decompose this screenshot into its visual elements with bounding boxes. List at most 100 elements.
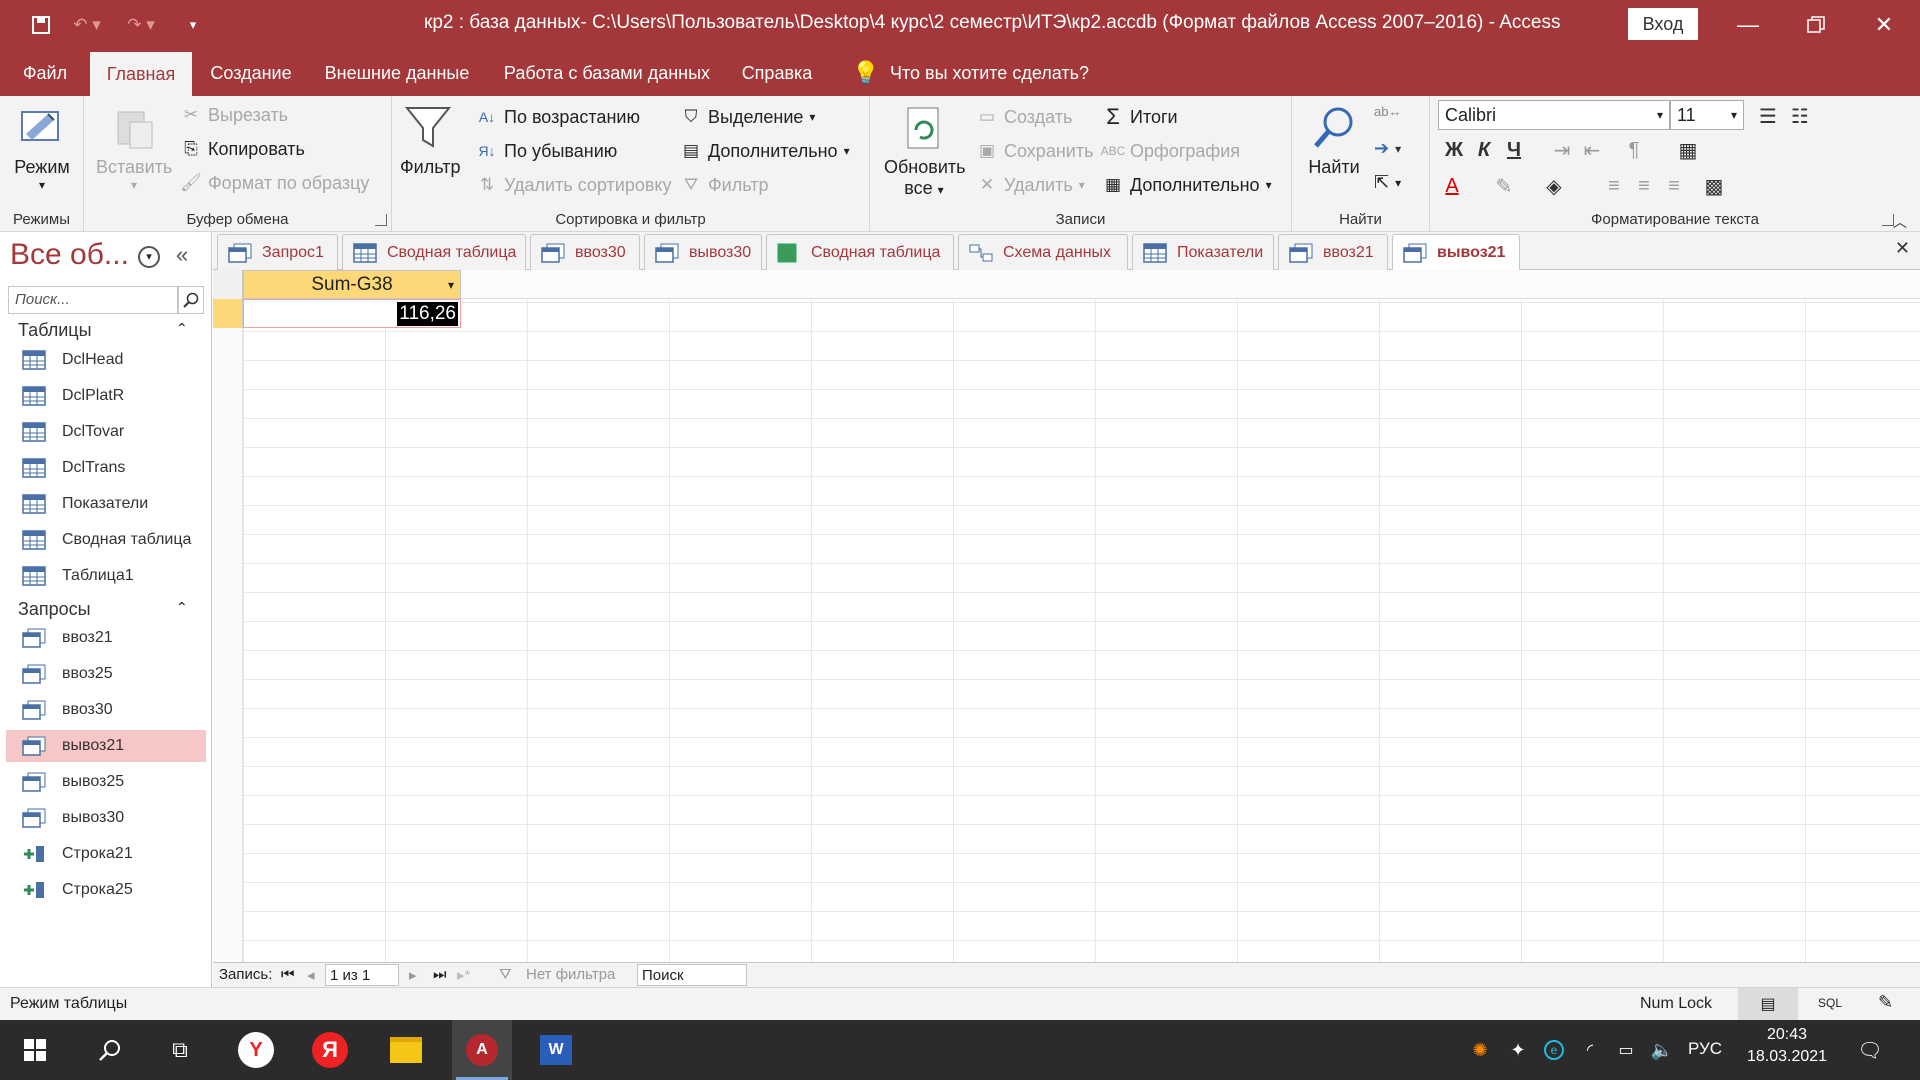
notifications-icon[interactable]: 🗨 xyxy=(1840,1020,1900,1080)
doc-tab[interactable]: Сводная таблица xyxy=(342,234,526,270)
more-records-button[interactable]: ▦ Дополнительно ▾ xyxy=(1102,174,1272,196)
doc-tab[interactable]: Запрос1 xyxy=(217,234,338,270)
spelling-button[interactable]: ABC Орфография xyxy=(1101,140,1240,162)
sql-view-button[interactable]: SQL xyxy=(1818,996,1842,1010)
bullets-icon[interactable]: ☰ xyxy=(1754,102,1782,130)
task-view-icon[interactable]: ⧉ xyxy=(150,1020,210,1080)
tab-home[interactable]: Главная xyxy=(90,52,192,96)
tell-me-input[interactable]: Что вы хотите сделать? xyxy=(890,50,1089,96)
nav-section-tables[interactable]: Таблицы xyxy=(18,320,92,341)
collapse-pane-icon[interactable]: « xyxy=(176,242,188,268)
indent-decrease-icon[interactable]: ⇤ xyxy=(1578,136,1606,164)
language-indicator[interactable]: РУС xyxy=(1688,1039,1722,1059)
avast-icon[interactable]: ✺ xyxy=(1462,1020,1498,1080)
design-view-icon[interactable]: ✎ xyxy=(1878,992,1893,1013)
sign-in-button[interactable]: Вход xyxy=(1628,8,1698,40)
nav-query-item[interactable]: Строка21 xyxy=(6,838,206,870)
tab-external-data[interactable]: Внешние данные xyxy=(316,50,478,96)
align-left-icon[interactable]: ≡ xyxy=(1600,172,1628,200)
remove-sort-button[interactable]: ⇅ Удалить сортировку xyxy=(476,174,672,196)
search-icon[interactable] xyxy=(80,1020,140,1080)
select-icon[interactable]: ⇱ ▾ xyxy=(1374,172,1401,193)
nav-table-item[interactable]: Сводная таблица xyxy=(6,524,206,556)
column-dropdown-icon[interactable]: ▾ xyxy=(448,271,454,299)
clock[interactable]: 20:43 18.03.2021 xyxy=(1744,1026,1830,1066)
doc-tab[interactable]: Схема данных xyxy=(958,234,1128,270)
nav-menu-chevron-icon[interactable]: ▾ xyxy=(138,246,160,268)
font-size-select[interactable]: 11 ▾ xyxy=(1670,100,1744,130)
nav-pane-title[interactable]: Все об... xyxy=(10,238,129,272)
nav-table-item[interactable]: DclTrans xyxy=(6,452,206,484)
align-center-icon[interactable]: ≡ xyxy=(1630,172,1658,200)
cut-button[interactable]: ✂ Вырезать xyxy=(180,104,288,126)
underline-button[interactable]: Ч xyxy=(1500,136,1528,164)
collapse-section-icon[interactable]: ⌃ xyxy=(176,599,188,616)
filter-status[interactable]: Нет фильтра xyxy=(526,966,615,983)
next-record-icon[interactable]: ▸ xyxy=(409,966,417,984)
replace-icon[interactable]: ab↔ xyxy=(1374,104,1401,119)
highlight-icon[interactable]: ✎ xyxy=(1490,172,1518,200)
tab-help[interactable]: Справка xyxy=(734,50,820,96)
font-color-icon[interactable]: A xyxy=(1438,172,1466,200)
gridlines-icon[interactable]: ▦ xyxy=(1674,136,1702,164)
format-painter-button[interactable]: 🖌 Формат по образцу xyxy=(180,172,369,194)
wifi-icon[interactable]: ◜ xyxy=(1572,1020,1608,1080)
clipboard-launcher-icon[interactable] xyxy=(375,214,387,226)
word-icon[interactable]: W xyxy=(526,1020,586,1080)
tab-database-tools[interactable]: Работа с базами данных xyxy=(494,50,720,96)
datasheet-view-icon[interactable]: ▤ xyxy=(1738,988,1798,1020)
view-button[interactable]: Режим ▾ xyxy=(10,104,74,192)
sort-ascending-button[interactable]: A↓ По возрастанию xyxy=(476,106,640,128)
nav-table-item[interactable]: DclTovar xyxy=(6,416,206,448)
collapse-section-icon[interactable]: ⌃ xyxy=(176,320,188,337)
nav-table-item[interactable]: DclHead xyxy=(6,344,206,376)
italic-button[interactable]: К xyxy=(1470,136,1498,164)
yandex-icon[interactable]: Я xyxy=(300,1020,360,1080)
select-all-corner[interactable] xyxy=(213,270,243,299)
nav-query-item[interactable]: вывоз21 xyxy=(6,730,206,762)
numbering-icon[interactable]: ☷ xyxy=(1786,102,1814,130)
delete-record-button[interactable]: ✕ Удалить ▾ xyxy=(976,174,1085,196)
nav-query-item[interactable]: вывоз25 xyxy=(6,766,206,798)
tab-create[interactable]: Создание xyxy=(200,50,302,96)
save-icon[interactable] xyxy=(24,8,58,42)
battery-icon[interactable]: ▭ xyxy=(1608,1020,1644,1080)
copy-button[interactable]: ⎘ Копировать xyxy=(180,138,305,160)
column-header-sum-g38[interactable]: Sum-G38 ▾ xyxy=(243,270,461,299)
nav-query-item[interactable]: вывоз30 xyxy=(6,802,206,834)
nav-table-item[interactable]: Таблица1 xyxy=(6,560,206,592)
volume-icon[interactable]: 🔈 xyxy=(1644,1020,1680,1080)
row-selector[interactable] xyxy=(213,299,243,328)
find-button[interactable]: Найти xyxy=(1304,104,1364,178)
alternate-row-color-icon[interactable]: ▩ xyxy=(1700,172,1728,200)
undo-icon[interactable]: ↶ ▾ xyxy=(70,8,104,42)
totals-button[interactable]: Σ Итоги xyxy=(1102,104,1177,129)
nav-query-item[interactable]: Строка25 xyxy=(6,874,206,906)
paste-button[interactable]: Вставить ▾ xyxy=(96,104,172,192)
nav-table-item[interactable]: DclPlatR xyxy=(6,380,206,412)
new-record-button[interactable]: ▭ Создать xyxy=(976,106,1072,128)
record-position-input[interactable]: 1 из 1 xyxy=(325,964,399,986)
yandex-browser-icon[interactable]: Y xyxy=(226,1020,286,1080)
nav-section-queries[interactable]: Запросы xyxy=(18,599,91,620)
filter-button[interactable]: Фильтр xyxy=(400,104,460,178)
close-icon[interactable]: ✕ xyxy=(1850,0,1918,50)
doc-tab[interactable]: Показатели xyxy=(1132,234,1274,270)
fill-color-icon[interactable]: ◈ xyxy=(1540,172,1568,200)
goto-icon[interactable]: ➔ ▾ xyxy=(1374,138,1401,159)
minimize-icon[interactable]: — xyxy=(1714,0,1782,50)
doc-tab[interactable]: ввоз30 xyxy=(530,234,640,270)
restore-icon[interactable] xyxy=(1782,0,1850,50)
nav-query-item[interactable]: ввоз25 xyxy=(6,658,206,690)
last-record-icon[interactable]: ⏭ xyxy=(433,966,447,983)
paragraph-icon[interactable]: ¶ xyxy=(1620,136,1648,164)
nav-search-input[interactable]: Поиск... xyxy=(8,286,178,314)
doc-tab[interactable]: ввоз21 xyxy=(1278,234,1388,270)
no-filter-icon[interactable]: ⛛ xyxy=(499,966,512,983)
font-name-select[interactable]: Calibri ▾ xyxy=(1438,100,1670,130)
file-explorer-icon[interactable] xyxy=(376,1020,436,1080)
prev-record-icon[interactable]: ◂ xyxy=(307,966,315,984)
tray-e-icon[interactable]: e xyxy=(1536,1020,1572,1080)
access-icon[interactable]: A xyxy=(452,1020,512,1080)
toggle-filter-button[interactable]: ⛛ Фильтр xyxy=(680,174,769,196)
